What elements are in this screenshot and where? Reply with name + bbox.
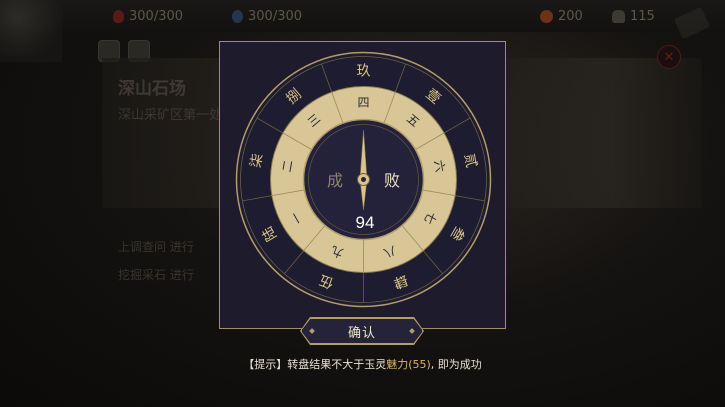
bag-icon [612, 9, 625, 23]
top-status-bar: 300/300 300/300 200 115 [0, 0, 725, 32]
heart-icon [113, 9, 124, 23]
bag-counter[interactable]: 115 [612, 7, 655, 25]
energy-counter: 300/300 [232, 7, 302, 25]
gem-icon [540, 9, 553, 23]
inner-number-label: 二 [280, 159, 296, 173]
outer-number-label: 柒 [248, 152, 266, 169]
hint-suffix: , 即为成功 [430, 358, 482, 371]
roulette-wheel: 玖壹贰叁肆伍陆柒捌 四五六七八九一二三 成 败 94 [235, 51, 492, 308]
inner-number-label: 六 [431, 159, 447, 173]
energy-icon [232, 9, 243, 23]
stage-title: 深山石场 [118, 79, 186, 99]
fail-label: 成 [327, 171, 343, 190]
roulette-dialog: 玖壹贰叁肆伍陆柒捌 四五六七八九一二三 成 败 94 [219, 41, 506, 329]
gem-counter[interactable]: 200 [540, 7, 583, 25]
inner-number-label: 四 [357, 96, 369, 110]
result-value: 94 [356, 213, 375, 232]
close-icon[interactable]: ✕ [657, 45, 681, 69]
outer-number-label: 玖 [357, 64, 371, 80]
task-item[interactable]: 挖掘采石 进行 [118, 266, 194, 283]
task-item[interactable]: 上调查问 进行 [118, 238, 194, 255]
confirm-button[interactable]: 确认 [301, 318, 423, 344]
success-label: 败 [384, 171, 400, 190]
outer-number-label: 贰 [461, 152, 480, 169]
hint-prefix: 【提示】转盘结果不大于玉灵 [243, 358, 387, 371]
avatar[interactable] [0, 0, 62, 62]
hint-text: 【提示】转盘结果不大于玉灵魅力(55), 即为成功 [0, 356, 725, 372]
hp-value: 300/300 [129, 8, 184, 24]
bag-value: 115 [630, 8, 655, 24]
stage-subtitle: 深山采矿区第一处 [118, 108, 223, 123]
hp-counter: 300/300 [113, 7, 183, 25]
energy-value: 300/300 [248, 8, 303, 24]
gem-value: 200 [558, 8, 583, 24]
charm-value: 魅力(55) [386, 358, 431, 371]
